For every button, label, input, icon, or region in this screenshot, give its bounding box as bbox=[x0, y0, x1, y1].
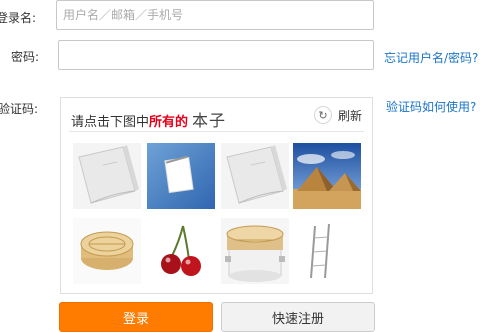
password-input[interactable] bbox=[58, 40, 374, 70]
login-button[interactable]: 登录 bbox=[59, 302, 213, 332]
refresh-label: 刷新 bbox=[337, 108, 362, 123]
captcha-instruction-prefix: 请点击下图中 bbox=[71, 115, 150, 130]
captcha-divider bbox=[69, 131, 364, 132]
captcha-tile-rack[interactable] bbox=[293, 218, 361, 284]
captcha-tile-cherries[interactable] bbox=[147, 218, 215, 284]
captcha-tile-bamboo-steamer[interactable] bbox=[73, 218, 141, 284]
captcha-tile-notepad[interactable] bbox=[147, 143, 215, 209]
cherries-photo bbox=[147, 218, 215, 284]
captcha-tile-steamer-pot[interactable] bbox=[221, 218, 289, 284]
quick-register-button[interactable]: 快速注册 bbox=[221, 302, 375, 332]
captcha-tile-notebook-1[interactable] bbox=[73, 143, 141, 209]
username-input[interactable] bbox=[56, 0, 374, 30]
captcha-refresh-button[interactable]: ↻ 刷新 bbox=[313, 106, 362, 124]
login-form: 登录名: 密码: 忘记用户名/密码? 验证码: 验证码如何使用? 请点击下图中所… bbox=[0, 0, 480, 332]
password-label: 密码: bbox=[11, 50, 40, 64]
captcha-instruction-highlight: 所有的 bbox=[149, 115, 189, 130]
notepad-photo bbox=[147, 143, 215, 209]
captcha-help-link[interactable]: 验证码如何使用? bbox=[386, 98, 476, 115]
forgot-password-link[interactable]: 忘记用户名/密码? bbox=[384, 49, 478, 66]
captcha-tile-pyramids[interactable] bbox=[293, 143, 361, 209]
notebook-photo bbox=[73, 143, 141, 209]
username-label: 登录名: bbox=[0, 11, 37, 25]
bamboo-steamer-photo bbox=[73, 218, 141, 284]
captcha-tile-notebook-2[interactable] bbox=[221, 143, 289, 209]
refresh-icon: ↻ bbox=[313, 106, 332, 124]
captcha-target-word: 本子 bbox=[192, 111, 227, 130]
notebook-photo bbox=[221, 143, 289, 209]
captcha-image-grid bbox=[73, 143, 361, 285]
captcha-panel: 请点击下图中所有的 本子 ↻ 刷新 bbox=[60, 97, 373, 294]
rack-photo bbox=[293, 218, 361, 284]
captcha-label: 验证码: bbox=[0, 102, 39, 116]
steamer-pot-photo bbox=[221, 218, 289, 284]
pyramids-photo bbox=[293, 143, 361, 209]
captcha-instruction: 请点击下图中所有的 本子 bbox=[71, 107, 226, 131]
